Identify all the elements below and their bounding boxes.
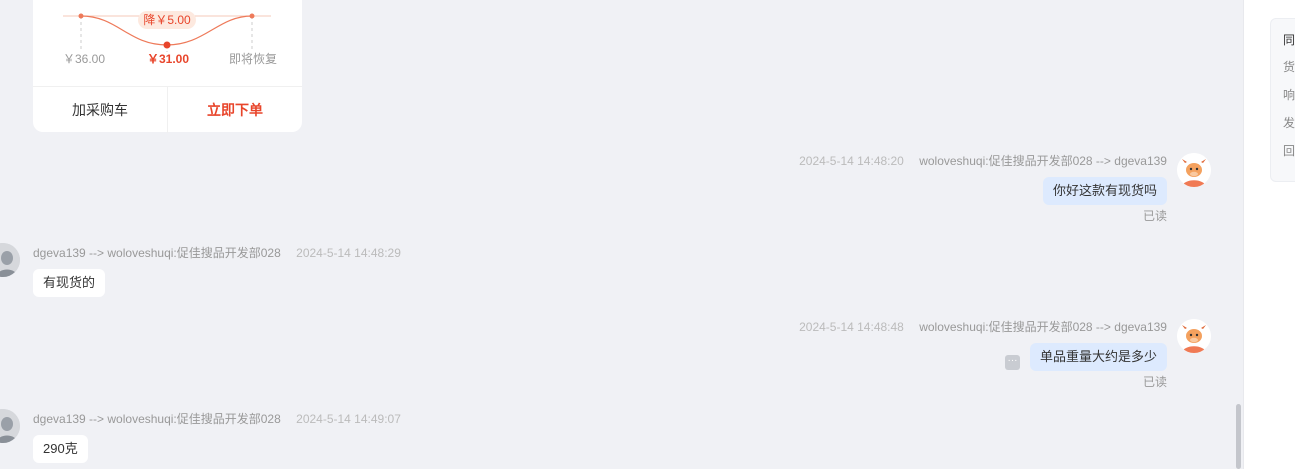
message-meta: 2024-5-14 14:48:48 woloveshuqi:促佳搜品开发部02… [787,318,1167,335]
message-bubble[interactable]: 你好这款有现货吗 [1042,177,1167,205]
message-time: 2024-5-14 14:48:20 [799,154,904,168]
read-status: 已读 [1142,209,1167,223]
point-current [163,41,171,49]
message-bubble[interactable]: 单品重量大约是多少 [1029,343,1167,371]
avatar[interactable] [0,409,20,443]
current-price: ￥31.00 [147,52,190,66]
buy-now-button[interactable]: 立即下单 [167,87,302,133]
message-route: dgeva139 --> woloveshuqi:促佳搜品开发部028 [33,246,281,260]
original-price: ￥36.00 [63,52,106,66]
info-line: 回 [1283,144,1295,158]
message-route: dgeva139 --> woloveshuqi:促佳搜品开发部028 [33,412,281,426]
message-time: 2024-5-14 14:48:29 [296,246,401,260]
info-card: 同 货 响 发 回 [1270,18,1295,182]
message-meta: dgeva139 --> woloveshuqi:促佳搜品开发部028 2024… [33,244,413,261]
message-bubble[interactable]: 有现货的 [33,269,106,297]
avatar[interactable] [1177,319,1211,353]
message-route: woloveshuqi:促佳搜品开发部028 --> dgeva139 [919,320,1167,334]
chat-area: 降￥5.00 ￥36.00 ￥31.00 即将恢复 加采购车 立即下单 2024… [0,0,1243,469]
point-restore [249,13,255,19]
message-meta: dgeva139 --> woloveshuqi:促佳搜品开发部028 2024… [33,410,413,427]
cow-avatar-icon [1177,153,1211,187]
more-options-icon[interactable]: ··· [1005,355,1020,370]
info-line: 货 [1283,60,1295,74]
message-time: 2024-5-14 14:49:07 [296,412,401,426]
avatar[interactable] [1177,153,1211,187]
info-line: 发 [1283,116,1295,130]
add-to-cart-button[interactable]: 加采购车 [33,87,167,133]
read-status: 已读 [1142,375,1167,389]
info-line: 同 [1283,33,1295,47]
avatar[interactable] [0,243,20,277]
price-drop-badge: 降￥5.00 [138,11,196,29]
product-price-card: 降￥5.00 ￥36.00 ￥31.00 即将恢复 加采购车 立即下单 [33,0,302,133]
chat-scrollbar[interactable] [1236,404,1241,469]
point-original [78,13,84,19]
message-meta: 2024-5-14 14:48:20 woloveshuqi:促佳搜品开发部02… [787,152,1167,169]
user-avatar-icon [0,243,20,277]
info-line: 响 [1283,88,1295,102]
message-bubble[interactable]: 290克 [33,435,88,463]
cow-avatar-icon [1177,319,1211,353]
card-actions: 加采购车 立即下单 [33,86,302,133]
message-route: woloveshuqi:促佳搜品开发部028 --> dgeva139 [919,154,1167,168]
right-panel: 同 货 响 发 回 [1243,0,1295,469]
user-avatar-icon [0,409,20,443]
restore-label: 即将恢复 [229,52,278,66]
message-time: 2024-5-14 14:48:48 [799,320,904,334]
